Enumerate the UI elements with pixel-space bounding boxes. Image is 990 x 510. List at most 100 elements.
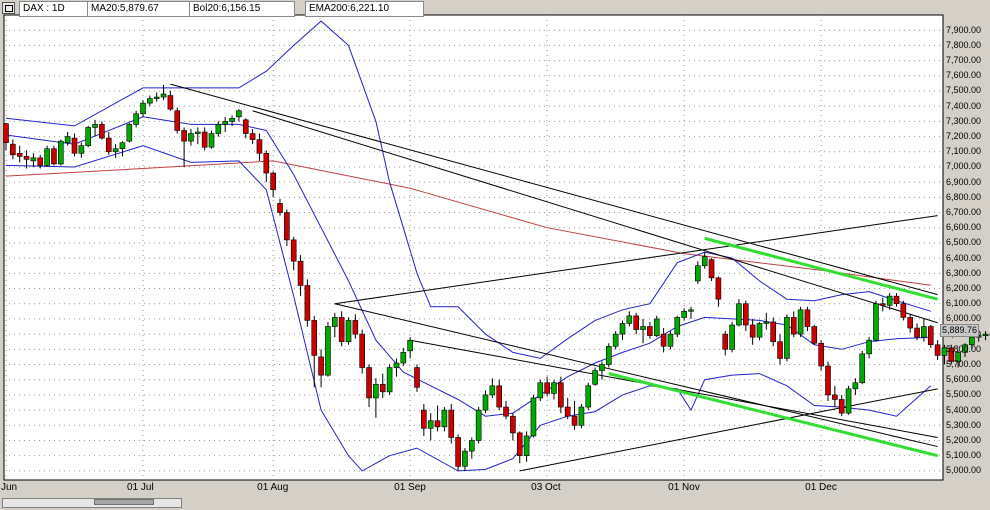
candle-up (852, 382, 859, 390)
candle-up (373, 383, 379, 399)
x-tick-label: 01 Nov (668, 482, 700, 493)
candle-down (51, 148, 57, 165)
candle-up (64, 136, 71, 143)
y-tick-label: 6,700.00 (946, 207, 982, 218)
candle-down (448, 409, 455, 438)
scroll-track[interactable] (2, 498, 182, 508)
candle-up (386, 367, 393, 393)
chart-canvas[interactable] (0, 0, 990, 510)
candle-up (797, 309, 804, 335)
candle-down (715, 277, 722, 300)
candle-down (879, 303, 886, 306)
candle-down (311, 320, 318, 356)
candle-up (407, 339, 413, 352)
bollinger-indicator-tab[interactable]: Bol20:6,156.15 (189, 1, 295, 17)
y-tick-label: 6,200.00 (946, 283, 982, 294)
y-tick-label: 6,900.00 (946, 176, 982, 187)
candle-up (886, 295, 893, 306)
candle-up (119, 142, 126, 150)
candle-up (640, 326, 646, 330)
candle-down (900, 303, 907, 318)
candle-up (475, 409, 482, 441)
x-tick-label: 03 Oct (531, 482, 561, 493)
candle-up (30, 157, 37, 162)
horizontal-scrollbar[interactable] (0, 496, 990, 510)
candle-up (674, 317, 681, 335)
candle-up (393, 362, 400, 368)
candle-down (790, 317, 797, 335)
candle-up (325, 326, 331, 376)
candle-up (626, 315, 633, 324)
candle-down (249, 133, 256, 140)
candle-down (181, 130, 187, 142)
candle-up (462, 450, 468, 467)
candle-up (215, 124, 222, 134)
candle-up (592, 370, 598, 385)
candle-down (359, 333, 366, 368)
candle-down (16, 152, 23, 157)
candle-down (277, 203, 283, 213)
candle-down (708, 259, 715, 279)
candle-down (167, 95, 174, 110)
candle-up (441, 409, 448, 428)
candle-down (749, 324, 756, 338)
ema-indicator-tab[interactable]: EMA200:6,221.10 (305, 1, 424, 17)
y-tick-label: 6,600.00 (946, 222, 982, 233)
candle-down (742, 303, 749, 326)
candle-down (3, 123, 9, 143)
candle-down (455, 437, 461, 467)
candle-up (859, 353, 866, 384)
window-menu-icon[interactable] (2, 2, 15, 14)
candle-down (366, 367, 372, 399)
candle-up (126, 124, 133, 142)
y-tick-label: 6,300.00 (946, 267, 982, 278)
candle-down (914, 327, 920, 338)
candle-down (201, 131, 208, 148)
candle-up (188, 133, 194, 142)
y-tick-label: 6,800.00 (946, 191, 982, 202)
candle-down (907, 317, 914, 329)
candle-up (153, 96, 160, 99)
x-tick-label: Jun (1, 482, 18, 493)
symbol-tab[interactable]: DAX : 1D (19, 1, 93, 17)
candle-down (434, 420, 441, 428)
candle-up (784, 317, 790, 359)
candle-up (599, 364, 605, 371)
candle-up (873, 303, 879, 341)
candle-up (845, 388, 852, 414)
candle-up (222, 121, 228, 125)
y-tick-label: 7,000.00 (946, 161, 982, 172)
y-tick-label: 6,400.00 (946, 252, 982, 263)
candle-up (681, 311, 687, 318)
candle-up (551, 382, 557, 394)
y-tick-label: 6,000.00 (946, 313, 982, 324)
candle-up (208, 133, 215, 148)
candle-up (530, 397, 537, 437)
candle-down (23, 156, 30, 160)
scroll-thumb[interactable] (94, 499, 154, 505)
candle-up (489, 385, 496, 396)
candle-down (318, 356, 324, 376)
candle-down (832, 394, 838, 400)
candle-down (270, 172, 276, 191)
y-tick-label: 7,900.00 (946, 24, 982, 35)
candle-down (105, 137, 112, 153)
candle-down (99, 124, 105, 139)
candle-up (147, 98, 153, 104)
candle-up (756, 323, 763, 338)
candle-up (701, 256, 708, 267)
candle-up (578, 406, 585, 426)
candle-down (825, 365, 831, 396)
candle-down (934, 344, 941, 356)
y-tick-label: 5,800.00 (946, 343, 982, 354)
candle-up (537, 382, 544, 399)
candle-down (379, 383, 386, 393)
candle-down (564, 406, 571, 417)
candle-up (427, 420, 434, 429)
y-tick-label: 7,200.00 (946, 131, 982, 142)
candle-up (482, 394, 489, 411)
ma-indicator-tab[interactable]: MA20:5,879.67 (87, 1, 191, 17)
y-tick-label: 7,500.00 (946, 85, 982, 96)
candle-down (558, 382, 564, 408)
candle-up (688, 309, 694, 312)
